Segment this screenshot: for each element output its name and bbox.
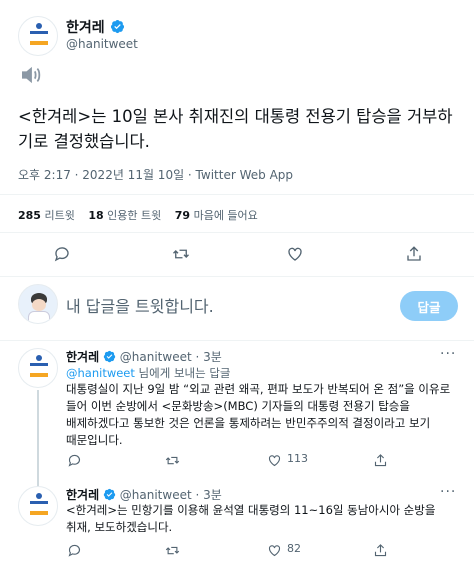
reply-button-label: 답글: [417, 299, 441, 315]
reply-author-name[interactable]: 한겨레: [66, 488, 99, 502]
divider: [0, 340, 474, 341]
thread-line: [37, 390, 39, 488]
author-name-row[interactable]: 한겨레: [66, 17, 125, 37]
verified-icon: [103, 488, 116, 501]
retweet-icon[interactable]: [162, 540, 182, 560]
reply-icon[interactable]: [64, 540, 84, 560]
reply-author-avatar[interactable]: [18, 486, 58, 526]
more-icon[interactable]: ···: [440, 484, 456, 500]
reply-icon[interactable]: [52, 244, 72, 264]
stats-row: 285 리트윗 18 인용한 트윗 79 마음에 들어요: [18, 207, 258, 223]
quotes-stat[interactable]: 18 인용한 트윗: [88, 209, 161, 222]
likes-stat[interactable]: 79 마음에 들어요: [175, 209, 258, 222]
share-icon[interactable]: [370, 540, 390, 560]
divider: [0, 276, 474, 277]
reply-author-avatar[interactable]: [18, 348, 58, 388]
like-icon[interactable]: [264, 450, 284, 470]
author-name[interactable]: 한겨레: [66, 20, 105, 36]
reply-time[interactable]: · 3분: [196, 488, 222, 502]
retweet-icon[interactable]: [171, 244, 191, 264]
like-count: 82: [287, 542, 301, 555]
verified-icon: [103, 350, 116, 363]
like-count: 113: [287, 452, 308, 465]
reply-header: 한겨레 @hanitweet · 3분: [66, 486, 222, 503]
share-icon[interactable]: [370, 450, 390, 470]
reply-author-name[interactable]: 한겨레: [66, 350, 99, 364]
more-icon[interactable]: ···: [440, 346, 456, 362]
author-handle[interactable]: @hanitweet: [66, 37, 138, 51]
divider: [0, 194, 474, 195]
replying-to: @hanitweet 님에게 보내는 답글: [66, 366, 231, 380]
like-icon[interactable]: [285, 244, 305, 264]
tweet-text: <한겨레>는 10일 본사 취재진의 대통령 전용기 탑승을 거부하기로 결정했…: [18, 107, 453, 151]
reply-text: 대통령실이 지난 9일 밤 “외교 관련 왜곡, 편파 보도가 반복되어 온 점…: [66, 382, 451, 447]
reply-header: 한겨레 @hanitweet · 3분: [66, 348, 222, 365]
replying-to-handle[interactable]: @hanitweet: [66, 366, 135, 380]
reply-input[interactable]: 내 답글을 트윗합니다.: [66, 293, 214, 317]
retweets-stat[interactable]: 285 리트윗: [18, 209, 75, 222]
reply-icon[interactable]: [64, 450, 84, 470]
author-avatar[interactable]: [18, 16, 58, 56]
share-icon[interactable]: [404, 244, 424, 264]
audio-icon[interactable]: [20, 66, 42, 84]
tweet-meta[interactable]: 오후 2:17 · 2022년 11월 10일 · Twitter Web Ap…: [18, 166, 293, 183]
reply-button[interactable]: 답글: [400, 291, 458, 321]
verified-icon: [110, 19, 124, 34]
divider: [0, 232, 474, 233]
reply-time[interactable]: · 3분: [196, 350, 222, 364]
like-icon[interactable]: [264, 540, 284, 560]
reply-text: <한겨레>는 민항기를 이용해 윤석열 대통령의 11~16일 동남아시아 순방…: [66, 503, 436, 534]
reply-author-handle[interactable]: @hanitweet: [120, 350, 192, 364]
user-avatar[interactable]: [18, 284, 58, 324]
retweet-icon[interactable]: [162, 450, 182, 470]
reply-author-handle[interactable]: @hanitweet: [120, 488, 192, 502]
